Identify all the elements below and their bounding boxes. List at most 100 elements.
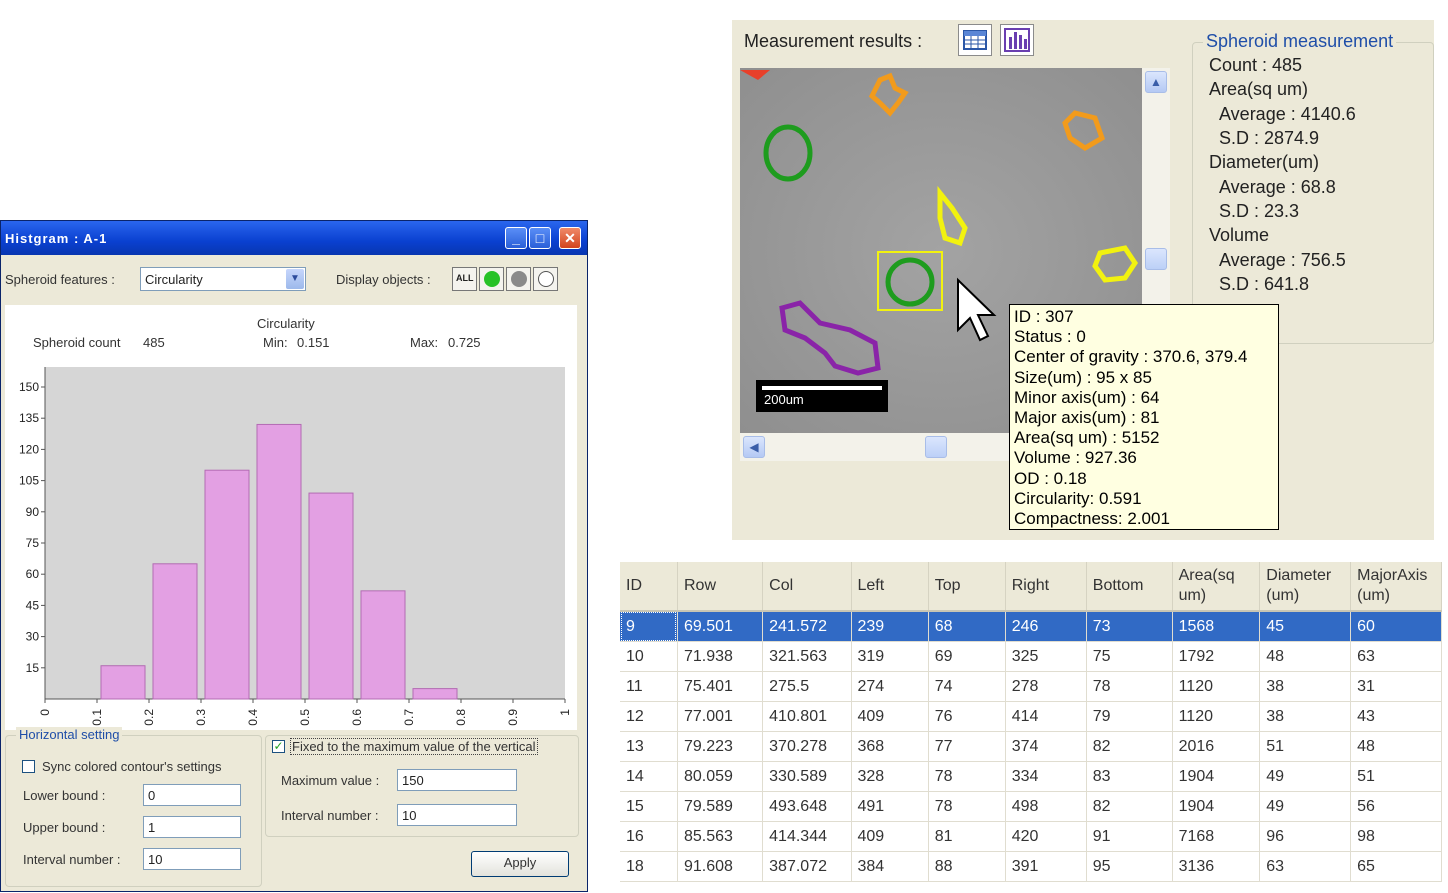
- table-row[interactable]: 18 91.608 387.072 384 88 391 95 3136 63 65: [620, 851, 1442, 882]
- table-row[interactable]: 15 79.589 493.648 491 78 498 82 1904 49 56: [620, 791, 1442, 822]
- sm-volume-sd: S.D : 641.8: [1219, 274, 1310, 294]
- histogram-panel: Spheroid count 485 Circularity Min: 0.15…: [5, 305, 577, 730]
- upper-bound-input[interactable]: 1: [143, 816, 241, 838]
- table-cell: 1568: [1172, 611, 1261, 642]
- table-cell: 275.5: [762, 671, 852, 702]
- x-tick-label: 0.4: [246, 709, 260, 726]
- table-row[interactable]: 13 79.223 370.278 368 77 374 82 2016 51 48: [620, 731, 1442, 762]
- display-all-button[interactable]: ALL: [452, 267, 477, 291]
- table-row[interactable]: 10 71.938 321.563 319 69 325 75 1792 48 63: [620, 641, 1442, 672]
- table-row[interactable]: 14 80.059 330.589 328 78 334 83 1904 49 51: [620, 761, 1442, 792]
- table-cell: 420: [1005, 821, 1087, 852]
- window-title: Histgram : A-1: [5, 231, 108, 246]
- display-white-button[interactable]: [533, 267, 558, 291]
- table-cell: 18: [620, 851, 678, 882]
- table-cell: 51: [1350, 761, 1442, 792]
- column-header[interactable]: Bottom: [1086, 562, 1173, 612]
- column-header[interactable]: ID: [620, 562, 678, 612]
- close-icon: ✕: [564, 230, 576, 246]
- table-cell: 1120: [1172, 671, 1261, 702]
- table-cell: 80.059: [677, 761, 764, 792]
- tooltip-size: Size(um) : 95 x 85: [1014, 367, 1152, 387]
- scroll-up-icon[interactable]: ▲: [1145, 71, 1167, 93]
- histogram-window: Histgram : A-1 _ □ ✕ Spheroid features :…: [0, 220, 588, 892]
- table-cell: 10: [620, 641, 678, 672]
- bar-chart-icon: [1004, 28, 1030, 52]
- spheroid-features-label: Spheroid features :: [5, 272, 115, 287]
- lower-bound-input[interactable]: 0: [143, 784, 241, 806]
- table-cell: 98: [1350, 821, 1442, 852]
- table-cell: 1792: [1172, 641, 1261, 672]
- minimize-button[interactable]: _: [505, 227, 527, 249]
- table-cell: 75.401: [677, 671, 764, 702]
- table-cell: 51: [1259, 731, 1352, 762]
- maximize-button[interactable]: □: [529, 227, 551, 249]
- table-cell: 3136: [1172, 851, 1261, 882]
- v-interval-input[interactable]: 10: [397, 804, 517, 826]
- table-cell: 330.589: [762, 761, 852, 792]
- table-row[interactable]: 16 85.563 414.344 409 81 420 91 7168 96 98: [620, 821, 1442, 852]
- table-cell: 14: [620, 761, 678, 792]
- close-button[interactable]: ✕: [559, 227, 581, 249]
- tooltip-status: Status : 0: [1014, 327, 1086, 347]
- display-green-button[interactable]: [479, 267, 504, 291]
- table-row[interactable]: 11 75.401 275.5 274 74 278 78 1120 38 31: [620, 671, 1442, 702]
- table-cell: 498: [1005, 791, 1087, 822]
- histogram-bar: [100, 665, 146, 700]
- maximize-icon: □: [535, 230, 545, 246]
- table-cell: 48: [1259, 641, 1352, 672]
- table-row[interactable]: 9 69.501 241.572 239 68 246 73 1568 45 60: [620, 611, 1442, 642]
- measurement-table: ID Row Col Left Top Right Bottom Area(sq um) Dia…: [620, 562, 1442, 882]
- column-header[interactable]: Left: [851, 562, 929, 612]
- max-value-input[interactable]: 150: [397, 769, 517, 791]
- table-cell: 48: [1350, 731, 1442, 762]
- table-cell: 45: [1259, 611, 1352, 642]
- table-cell: 82: [1086, 791, 1173, 822]
- table-cell: 7168: [1172, 821, 1261, 852]
- scroll-left-icon[interactable]: ◀: [743, 436, 765, 458]
- table-cell: 77: [928, 731, 1006, 762]
- column-header[interactable]: Row: [677, 562, 764, 612]
- table-cell: 77.001: [677, 701, 764, 732]
- vertical-scroll-thumb[interactable]: [1145, 248, 1167, 270]
- sm-diameter-average: Average : 68.8: [1219, 177, 1336, 197]
- y-tick-label: 120: [19, 442, 39, 456]
- upper-bound-label: Upper bound :: [23, 820, 106, 835]
- table-cell: 414.344: [762, 821, 852, 852]
- column-header[interactable]: Col: [762, 562, 852, 612]
- spheroid-features-select[interactable]: Circularity ▼: [140, 267, 306, 291]
- table-cell: 91: [1086, 821, 1173, 852]
- y-tick-label: 75: [26, 536, 40, 550]
- histogram-titlebar[interactable]: Histgram : A-1 _ □ ✕: [1, 221, 587, 255]
- table-cell: 85.563: [677, 821, 764, 852]
- display-gray-button[interactable]: [506, 267, 531, 291]
- column-header[interactable]: Top: [928, 562, 1006, 612]
- horizontal-scroll-thumb[interactable]: [925, 436, 947, 458]
- column-header[interactable]: Diameter (um): [1259, 562, 1352, 612]
- table-cell: 75: [1086, 641, 1173, 672]
- histogram-bar: [152, 563, 198, 700]
- column-header[interactable]: MajorAxis (um): [1350, 562, 1442, 612]
- sync-checkbox[interactable]: [22, 760, 35, 773]
- apply-button[interactable]: Apply: [471, 851, 569, 877]
- minimize-icon: _: [512, 230, 520, 246]
- display-all-label: ALL: [456, 273, 474, 283]
- y-tick-label: 45: [26, 598, 40, 612]
- histogram-view-button[interactable]: [1000, 24, 1034, 56]
- table-cell: 1120: [1172, 701, 1261, 732]
- table-cell: 43: [1350, 701, 1442, 732]
- fixed-max-checkbox[interactable]: ✓: [272, 740, 285, 753]
- spheroid-measurement-group: Spheroid measurement Count : 485 Area(sq…: [1192, 31, 1434, 344]
- white-circle-icon: [538, 271, 554, 287]
- table-view-button[interactable]: [958, 24, 992, 56]
- h-interval-input[interactable]: 10: [143, 848, 241, 870]
- table-cell: 96: [1259, 821, 1352, 852]
- sm-diameter-sd: S.D : 23.3: [1219, 201, 1300, 221]
- table-row[interactable]: 12 77.001 410.801 409 76 414 79 1120 38 43: [620, 701, 1442, 732]
- chevron-down-icon[interactable]: ▼: [286, 269, 304, 289]
- table-cell: 391: [1005, 851, 1087, 882]
- histogram-bar: [308, 492, 354, 700]
- column-header[interactable]: Area(sq um): [1172, 562, 1261, 612]
- table-cell: 60: [1350, 611, 1442, 642]
- column-header[interactable]: Right: [1005, 562, 1087, 612]
